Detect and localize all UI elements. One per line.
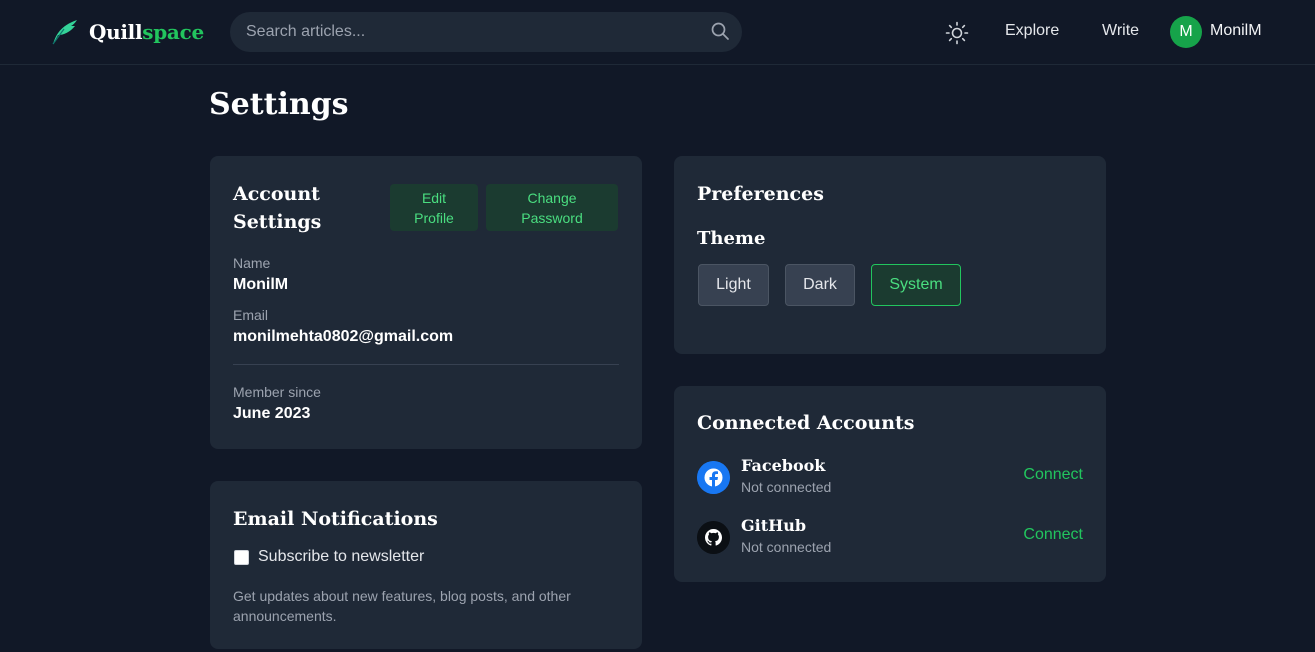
account-settings-card: Account Settings Edit Profile Change Passw… <box>210 156 642 449</box>
preferences-card: Preferences Theme Light Dark System <box>674 156 1106 354</box>
change-password-label-line2: Password <box>521 209 583 226</box>
provider-row-facebook: Facebook Not connected Connect <box>697 456 1083 500</box>
email-value: monilmehta0802@gmail.com <box>233 328 454 345</box>
logo-text-quill: Quill <box>89 20 143 44</box>
logo[interactable]: Quillspace <box>50 17 204 47</box>
facebook-connect-link[interactable]: Connect <box>1023 466 1083 484</box>
account-settings-title-line2: Settings <box>233 211 322 233</box>
quill-icon <box>52 20 77 45</box>
email-notifications-card: Email Notifications Subscribe to newslet… <box>210 481 642 649</box>
name-label: Name <box>233 255 271 271</box>
facebook-name: Facebook <box>741 456 826 475</box>
name-value: MonilM <box>233 276 289 293</box>
theme-toggle-sun-icon[interactable] <box>945 21 969 45</box>
account-settings-title-line1: Account <box>233 183 320 205</box>
facebook-icon <box>697 461 730 494</box>
facebook-status: Not connected <box>741 479 832 495</box>
search-bar <box>230 12 742 52</box>
github-icon <box>697 521 730 554</box>
member-since-value: June 2023 <box>233 405 311 422</box>
email-label: Email <box>233 307 269 323</box>
nav-write-link[interactable]: Write <box>1102 22 1139 40</box>
theme-label: Theme <box>697 228 766 249</box>
search-icon[interactable] <box>710 21 730 41</box>
newsletter-checkbox-row[interactable]: Subscribe to newsletter <box>234 548 424 566</box>
member-since-label: Member since <box>233 384 321 400</box>
divider <box>233 364 619 365</box>
connected-accounts-title: Connected Accounts <box>697 412 915 434</box>
logo-text: Quillspace <box>89 20 204 44</box>
github-name: GitHub <box>741 516 807 535</box>
theme-dark-button[interactable]: Dark <box>785 264 855 306</box>
change-password-button[interactable]: Change Password <box>486 184 618 231</box>
page-title: Settings <box>209 87 349 122</box>
top-navbar: Quillspace Explore Write M MonilM <box>0 0 1315 65</box>
provider-row-github: GitHub Not connected Connect <box>697 516 1083 560</box>
email-notifications-title: Email Notifications <box>233 508 438 530</box>
newsletter-checkbox-label[interactable]: Subscribe to newsletter <box>258 548 424 566</box>
newsletter-checkbox[interactable] <box>234 549 249 565</box>
nav-explore-link[interactable]: Explore <box>1005 22 1059 40</box>
search-input[interactable] <box>246 23 686 41</box>
newsletter-help-text: Get updates about new features, blog pos… <box>233 588 571 624</box>
edit-profile-label-line1: Edit <box>421 189 447 206</box>
logo-text-space: space <box>142 20 204 44</box>
edit-profile-label-line2: Profile <box>414 209 454 226</box>
change-password-label-line1: Change <box>527 189 577 206</box>
preferences-title: Preferences <box>697 183 824 205</box>
theme-light-button[interactable]: Light <box>698 264 769 306</box>
theme-system-button[interactable]: System <box>871 264 961 306</box>
edit-profile-button[interactable]: Edit Profile <box>390 184 478 231</box>
connected-accounts-card: Connected Accounts Facebook Not connecte… <box>674 386 1106 582</box>
github-connect-link[interactable]: Connect <box>1023 526 1083 544</box>
github-status: Not connected <box>741 539 832 555</box>
avatar[interactable]: M <box>1170 16 1202 48</box>
account-settings-title: Account Settings <box>233 180 321 236</box>
username[interactable]: MonilM <box>1210 22 1262 40</box>
